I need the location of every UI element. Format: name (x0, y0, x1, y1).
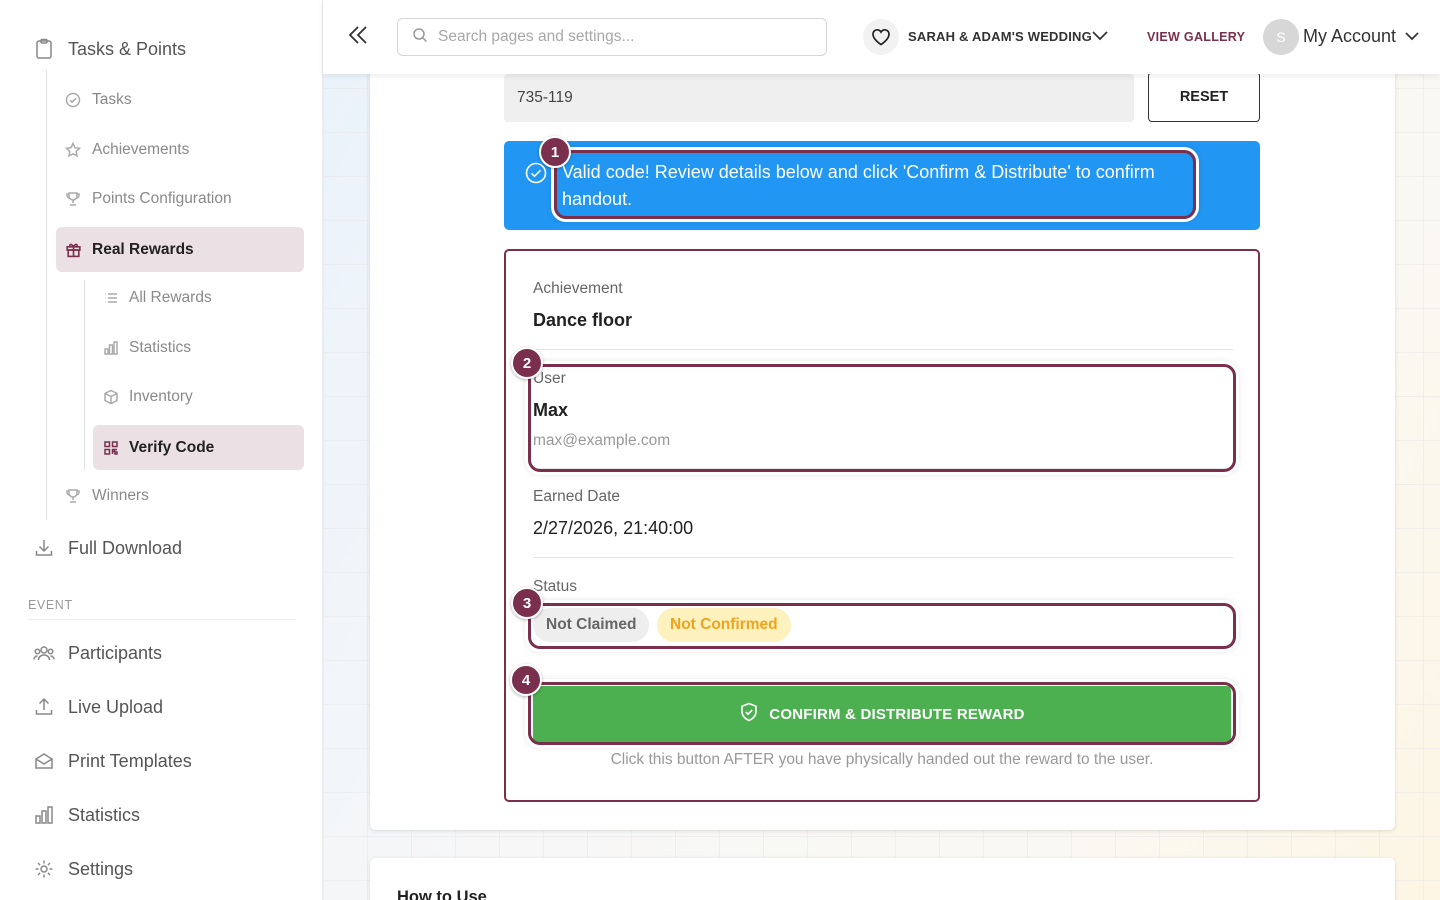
sidebar-item-label: Print Templates (68, 750, 192, 771)
sidebar-item-statistics[interactable]: Statistics (32, 802, 140, 828)
sidebar-item-inventory[interactable]: Inventory (102, 386, 193, 408)
my-account-menu[interactable]: My Account (1303, 26, 1396, 47)
status-badge-claimed: Not Claimed (533, 608, 650, 642)
annotation-badge-3: 3 (511, 587, 543, 619)
bar-chart-icon (102, 340, 120, 356)
chevron-down-icon[interactable] (1091, 26, 1109, 49)
divider (533, 349, 1233, 350)
section-label-event: EVENT (28, 598, 73, 612)
alert-message: Valid code! Review details below and cli… (562, 162, 1155, 209)
divider (533, 557, 1233, 558)
check-circle-icon (64, 92, 82, 108)
sidebar-item-tasks-points[interactable]: Tasks & Points (32, 36, 186, 62)
success-alert: Valid code! Review details below and cli… (504, 141, 1260, 230)
confirm-button-label: CONFIRM & DISTRIBUTE REWARD (769, 705, 1025, 723)
download-icon (32, 538, 56, 558)
divider (28, 619, 296, 620)
bar-chart-icon (32, 805, 56, 825)
list-icon (102, 290, 120, 306)
clipboard-icon (32, 38, 56, 60)
verify-code-card: RESET Valid code! Review details below a… (370, 50, 1395, 830)
search-box[interactable] (397, 18, 827, 56)
sidebar: Tasks & Points Tasks Achievements Points… (0, 0, 323, 900)
sidebar-item-winners[interactable]: Winners (64, 485, 149, 507)
user-name: Max (533, 400, 569, 420)
sidebar-item-print-templates[interactable]: Print Templates (32, 748, 192, 774)
how-to-use-title: How to Use (397, 888, 487, 900)
sidebar-item-label: Tasks & Points (68, 38, 187, 59)
sidebar-item-all-rewards[interactable]: All Rewards (102, 287, 212, 309)
sidebar-item-verify-code[interactable]: Verify Code (93, 425, 304, 470)
double-chevron-left-icon (347, 25, 369, 50)
annotation-badge-1: 1 (539, 136, 571, 168)
helper-text: Click this button AFTER you have physica… (610, 751, 1154, 768)
sidebar-item-label: Statistics (129, 339, 192, 356)
collapse-sidebar-button[interactable] (345, 24, 371, 50)
sidebar-item-label: Settings (68, 858, 134, 879)
achievement-value: Dance floor (533, 310, 633, 330)
heart-icon (863, 19, 899, 55)
tree-line (46, 70, 47, 520)
search-input[interactable] (438, 28, 798, 46)
avatar[interactable]: S (1263, 19, 1299, 55)
sidebar-item-label: Real Rewards (92, 240, 194, 258)
reset-button[interactable]: RESET (1148, 72, 1260, 122)
sidebar-item-label: Points Configuration (92, 190, 232, 207)
tree-line (84, 280, 85, 470)
divider (533, 468, 1233, 469)
sidebar-item-tasks[interactable]: Tasks (64, 89, 132, 111)
sidebar-item-full-download[interactable]: Full Download (32, 535, 182, 561)
sidebar-item-label: All Rewards (129, 289, 212, 306)
annotation-badge-4: 4 (510, 664, 542, 696)
sidebar-item-settings[interactable]: Settings (32, 856, 133, 882)
annotation-badge-2: 2 (511, 347, 543, 379)
upload-icon (32, 697, 56, 717)
sidebar-item-achievements[interactable]: Achievements (64, 139, 189, 161)
trophy-icon (64, 191, 82, 207)
earned-date-value: 2/27/2026, 21:40:00 (533, 518, 694, 538)
confirm-distribute-button[interactable]: CONFIRM & DISTRIBUTE REWARD (533, 686, 1231, 742)
sidebar-item-participants[interactable]: Participants (32, 640, 162, 666)
people-icon (32, 643, 56, 663)
view-gallery-link[interactable]: VIEW GALLERY (1147, 30, 1245, 44)
reward-details: Achievement Dance floor User Max max@exa… (504, 249, 1260, 802)
gift-icon (64, 241, 82, 258)
chevron-down-icon[interactable] (1404, 29, 1420, 48)
sidebar-item-label: Statistics (68, 804, 141, 825)
status-badge-confirmed: Not Confirmed (657, 608, 791, 642)
top-bar: SARAH & ADAM'S WEDDING VIEW GALLERY S My… (323, 0, 1440, 74)
earned-date-label: Earned Date (533, 488, 621, 505)
envelope-icon (32, 751, 56, 771)
sidebar-item-label: Verify Code (129, 438, 215, 456)
qr-code-icon (102, 440, 120, 456)
sidebar-item-label: Inventory (129, 388, 193, 405)
sidebar-item-label: Full Download (68, 537, 183, 558)
search-icon (412, 27, 428, 48)
event-selector[interactable]: SARAH & ADAM'S WEDDING (908, 29, 1092, 44)
achievement-label: Achievement (533, 280, 623, 297)
code-input[interactable] (504, 74, 1134, 122)
star-icon (64, 142, 82, 158)
box-icon (102, 389, 120, 405)
check-circle-icon (525, 162, 547, 189)
shield-check-icon (739, 702, 769, 726)
sidebar-item-label: Tasks (92, 91, 132, 108)
user-email: max@example.com (533, 432, 671, 449)
sidebar-item-points-configuration[interactable]: Points Configuration (64, 188, 232, 210)
sidebar-item-label: Winners (92, 487, 149, 504)
sidebar-item-real-rewards[interactable]: Real Rewards (56, 227, 304, 272)
sidebar-item-statistics-sub[interactable]: Statistics (102, 337, 191, 359)
sidebar-item-label: Live Upload (68, 696, 164, 717)
sidebar-item-label: Achievements (92, 141, 190, 158)
how-to-use-card: How to Use (370, 858, 1395, 900)
sidebar-item-live-upload[interactable]: Live Upload (32, 694, 163, 720)
gear-icon (32, 859, 56, 879)
sidebar-item-label: Participants (68, 642, 163, 663)
trophy-icon (64, 488, 82, 504)
